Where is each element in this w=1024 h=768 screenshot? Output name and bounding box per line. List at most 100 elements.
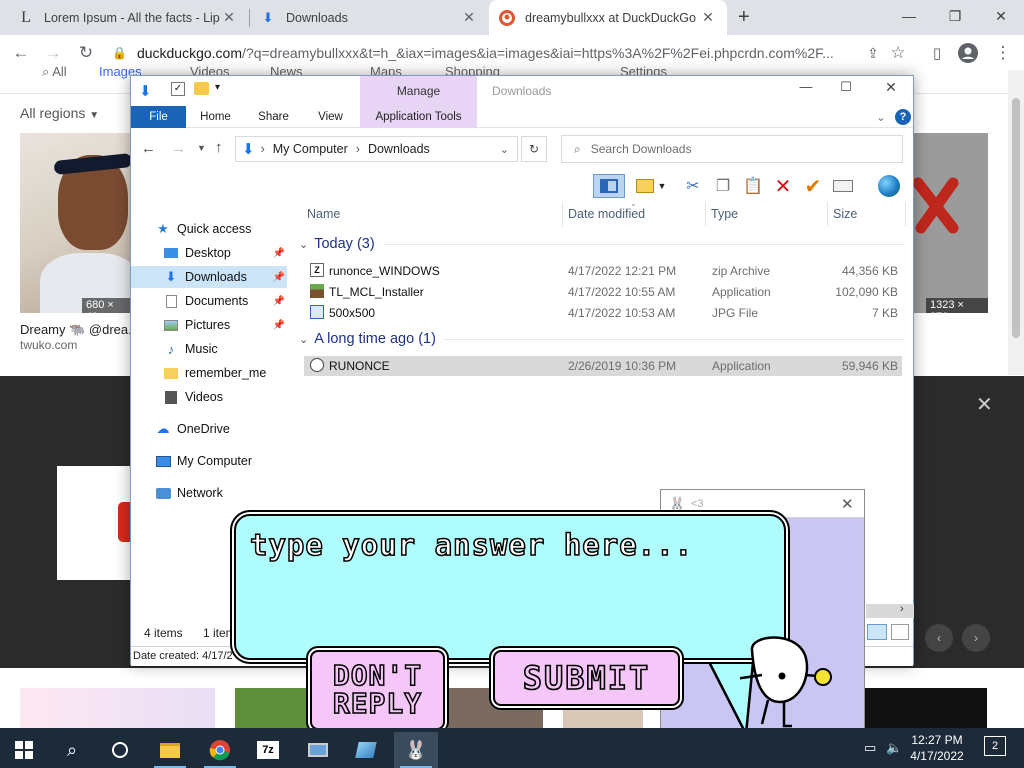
menu-icon[interactable]: ⋮: [990, 40, 1016, 66]
notification-center-icon[interactable]: 2: [984, 736, 1006, 756]
group-header-long-ago[interactable]: ⌄ A long time ago (1): [299, 331, 905, 347]
tab-duckduckgo[interactable]: dreamybullxxx at DuckDuckGo ✕: [489, 0, 727, 35]
address-bar[interactable]: 🔒 duckduckgo.com/?q=dreamybullxxx&t=h_&i…: [112, 39, 918, 67]
column-divider[interactable]: [905, 202, 906, 226]
side-panel-icon[interactable]: ▯: [924, 40, 950, 66]
column-size[interactable]: Size: [833, 207, 857, 221]
cut-icon[interactable]: ✂: [681, 174, 705, 198]
file-row[interactable]: Z runonce_WINDOWS 4/17/2022 12:21 PM zip…: [304, 261, 902, 281]
chevron-down-icon[interactable]: ⌄: [500, 143, 509, 156]
maximize-icon[interactable]: ☐: [831, 79, 861, 95]
new-folder-icon[interactable]: [194, 82, 209, 95]
next-image-icon[interactable]: ›: [962, 624, 990, 652]
nav-videos[interactable]: Videos: [131, 386, 287, 408]
minimize-icon[interactable]: —: [791, 79, 821, 94]
new-tab-button[interactable]: +: [738, 6, 750, 29]
nav-remember-me[interactable]: remember_me: [131, 362, 287, 384]
paste-icon[interactable]: 📋: [741, 174, 765, 198]
large-icons-view-icon[interactable]: [891, 624, 909, 640]
nav-desktop[interactable]: Desktop 📌: [131, 242, 287, 264]
tab-downloads[interactable]: ⬇ Downloads ✕: [250, 0, 488, 35]
image-thumb[interactable]: [20, 688, 215, 728]
back-icon[interactable]: ←: [141, 140, 156, 157]
nav-my-computer[interactable]: My Computer: [131, 450, 287, 472]
ddg-nav-all[interactable]: ⌕ All: [42, 64, 67, 80]
share-icon[interactable]: ⇪: [860, 40, 886, 66]
help-icon[interactable]: ?: [895, 109, 911, 125]
new-folder-icon[interactable]: [633, 174, 657, 198]
7zip-taskbar-icon[interactable]: 7z: [246, 732, 290, 768]
nav-music[interactable]: ♪ Music: [131, 338, 287, 360]
previous-image-icon[interactable]: ‹: [925, 624, 953, 652]
search-input[interactable]: ⌕ Search Downloads: [561, 135, 903, 163]
image-caption[interactable]: Dreamy 🐃 @drea...: [20, 322, 139, 338]
quick-access-download-icon[interactable]: ⬇: [139, 82, 152, 100]
scrollbar-thumb[interactable]: [1012, 98, 1020, 338]
ribbon-collapse-icon[interactable]: ⌄: [871, 106, 891, 128]
close-window-icon[interactable]: ✕: [978, 0, 1024, 32]
pin-icon[interactable]: 📌: [273, 272, 285, 283]
manage-label[interactable]: Manage: [360, 84, 477, 98]
task-view-icon[interactable]: [98, 732, 142, 768]
reload-icon[interactable]: ↻: [73, 40, 99, 66]
nav-onedrive[interactable]: ☁ OneDrive: [131, 418, 287, 440]
image-result-1[interactable]: 680 × 49: [20, 133, 132, 313]
customize-toolbar-icon[interactable]: ▾: [215, 82, 220, 93]
tab-lorem-ipsum[interactable]: L Lorem Ipsum - All the facts - Lip ✕: [8, 0, 248, 35]
profile-icon[interactable]: [955, 40, 981, 66]
forward-icon[interactable]: →: [40, 40, 66, 66]
close-tab-icon[interactable]: ✕: [460, 9, 478, 26]
answer-text-input[interactable]: type your answer here...: [234, 514, 786, 660]
column-name[interactable]: Name: [307, 207, 340, 221]
dont-reply-button[interactable]: DON'T REPLY: [310, 650, 445, 730]
breadcrumb-downloads[interactable]: Downloads: [368, 142, 430, 156]
breadcrumb[interactable]: ⬇ › My Computer › Downloads ⌄: [235, 136, 518, 162]
close-tab-icon[interactable]: ✕: [699, 9, 717, 26]
nav-downloads[interactable]: ⬇ Downloads 📌: [131, 266, 287, 288]
file-row-selected[interactable]: RUNONCE 2/26/2019 10:36 PM Application 5…: [304, 356, 902, 376]
file-row[interactable]: 500x500 4/17/2022 10:53 AM JPG File 7 KB: [304, 303, 902, 323]
column-divider[interactable]: [705, 202, 706, 226]
pin-icon[interactable]: 📌: [273, 320, 285, 331]
nav-pictures[interactable]: Pictures 📌: [131, 314, 287, 336]
details-view-icon[interactable]: [867, 624, 887, 640]
bunny-game-taskbar-icon[interactable]: 🐰: [394, 732, 438, 768]
nav-documents[interactable]: Documents 📌: [131, 290, 287, 312]
nav-quick-access[interactable]: ★ Quick access: [131, 218, 287, 240]
app-taskbar-icon[interactable]: [344, 732, 388, 768]
file-row[interactable]: TL_MCL_Installer 4/17/2022 10:55 AM Appl…: [304, 282, 902, 302]
horizontal-scrollbar[interactable]: [866, 604, 914, 618]
remote-desktop-taskbar-icon[interactable]: [296, 732, 340, 768]
preview-pane-icon[interactable]: [593, 174, 625, 198]
network-tray-icon[interactable]: ▭: [864, 740, 876, 756]
new-folder-dropdown-icon[interactable]: ▼: [655, 174, 669, 198]
scroll-right-icon[interactable]: ›: [900, 603, 904, 615]
ribbon-tab-application-tools[interactable]: Application Tools: [360, 106, 477, 128]
search-icon[interactable]: ⌕: [50, 732, 94, 768]
group-header-today[interactable]: ⌄ Today (3): [299, 236, 905, 252]
properties-icon[interactable]: ✓: [171, 82, 185, 96]
refresh-icon[interactable]: ↻: [521, 136, 547, 162]
volume-icon[interactable]: 🔈: [886, 740, 902, 756]
column-date-modified[interactable]: Date modified: [568, 207, 645, 221]
image-thumb[interactable]: [865, 688, 987, 728]
file-explorer-taskbar-icon[interactable]: [148, 732, 192, 768]
bookmark-star-icon[interactable]: ☆: [885, 40, 911, 66]
rename-icon[interactable]: [831, 174, 855, 198]
delete-icon[interactable]: ✕: [771, 174, 795, 198]
pin-icon[interactable]: 📌: [273, 296, 285, 307]
close-icon[interactable]: ✕: [841, 495, 854, 513]
close-icon[interactable]: ✕: [876, 79, 906, 96]
column-type[interactable]: Type: [711, 207, 738, 221]
chrome-taskbar-icon[interactable]: [198, 732, 242, 768]
clock[interactable]: 12:27 PM 4/17/2022: [902, 732, 972, 764]
image-result-2[interactable]: 1323 × 270: [913, 133, 988, 313]
recent-locations-icon[interactable]: ▼: [197, 143, 206, 153]
submit-button[interactable]: SUBMIT: [493, 650, 680, 706]
minimize-icon[interactable]: —: [886, 0, 932, 32]
ribbon-tab-home[interactable]: Home: [193, 106, 238, 128]
region-selector[interactable]: All regions ▼: [20, 105, 99, 121]
restore-icon[interactable]: ❐: [932, 0, 978, 32]
windows-start-icon[interactable]: [2, 732, 46, 768]
up-icon[interactable]: ↑: [215, 139, 223, 156]
